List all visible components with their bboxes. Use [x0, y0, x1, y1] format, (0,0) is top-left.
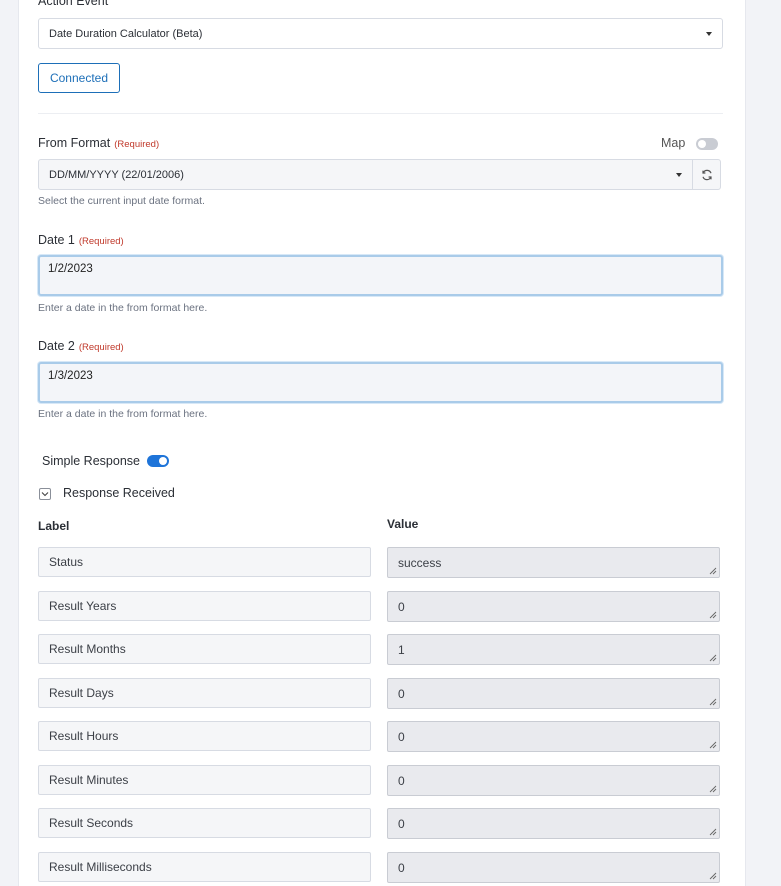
required-marker: (Required)	[78, 236, 124, 247]
row-value-text: 0	[398, 686, 405, 701]
row-value-field[interactable]: 0	[387, 591, 720, 622]
row-value-text: success	[398, 555, 442, 570]
resize-handle-icon	[709, 828, 717, 836]
resize-handle-icon	[709, 654, 717, 662]
required-marker: (Required)	[114, 139, 160, 150]
simple-response-toggle[interactable]	[147, 455, 169, 467]
row-label-field[interactable]: Result Years	[38, 591, 371, 621]
from-format-value: DD/MM/YYYY (22/01/2006)	[49, 168, 184, 181]
chevron-down-icon	[676, 172, 682, 177]
section-divider	[38, 113, 723, 114]
date1-label: Date 1 (Required)	[38, 233, 124, 247]
row-value-field[interactable]: 0	[387, 721, 720, 752]
form-card	[18, 0, 746, 886]
connected-button[interactable]: Connected	[38, 63, 120, 93]
row-label-field[interactable]: Result Seconds	[38, 808, 371, 838]
label-column-header: Label	[38, 519, 70, 533]
row-label-field[interactable]: Result Milliseconds	[38, 852, 371, 882]
row-label-field[interactable]: Status	[38, 547, 371, 577]
row-value-text: 0	[398, 816, 405, 831]
row-value-text: 0	[398, 773, 405, 788]
row-label-field[interactable]: Result Minutes	[38, 765, 371, 795]
row-value-text: 0	[398, 599, 405, 614]
toggle-knob	[698, 140, 706, 148]
value-column-header: Value	[387, 517, 419, 531]
row-value-field[interactable]: success	[387, 547, 720, 578]
row-label-field[interactable]: Result Hours	[38, 721, 371, 751]
date2-input[interactable]: 1/3/2023	[38, 362, 723, 403]
action-event-select[interactable]: Date Duration Calculator (Beta)	[38, 18, 723, 49]
resize-handle-icon	[709, 611, 717, 619]
chevron-down-icon	[41, 492, 49, 497]
refresh-icon	[701, 169, 712, 180]
action-event-value: Date Duration Calculator (Beta)	[49, 27, 203, 40]
chevron-down-icon	[706, 31, 712, 36]
date2-help: Enter a date in the from format here.	[38, 408, 208, 420]
from-format-label-text: From Format	[38, 136, 111, 150]
row-label-field[interactable]: Result Days	[38, 678, 371, 708]
response-received-label: Response Received	[63, 486, 175, 500]
row-value-text: 0	[398, 729, 405, 744]
row-value-text: 1	[398, 642, 405, 657]
map-toggle[interactable]	[696, 138, 718, 150]
from-format-label: From Format (Required)	[38, 136, 159, 150]
row-value-text: 0	[398, 860, 405, 875]
row-value-field[interactable]: 0	[387, 852, 720, 883]
date1-label-text: Date 1	[38, 233, 75, 247]
action-event-label: Action Event	[38, 0, 109, 8]
row-value-field[interactable]: 0	[387, 678, 720, 709]
row-value-field[interactable]: 0	[387, 765, 720, 796]
resize-handle-icon	[709, 741, 717, 749]
resize-handle-icon	[709, 698, 717, 706]
date1-input[interactable]: 1/2/2023	[38, 255, 723, 296]
date2-label: Date 2 (Required)	[38, 339, 124, 353]
resize-handle-icon	[709, 785, 717, 793]
map-label: Map	[661, 136, 686, 150]
refresh-button[interactable]	[692, 159, 721, 190]
date1-help: Enter a date in the from format here.	[38, 302, 208, 314]
resize-handle-icon	[709, 872, 717, 880]
from-format-help: Select the current input date format.	[38, 195, 205, 207]
resize-handle-icon	[709, 567, 717, 575]
response-received-collapse[interactable]	[39, 488, 51, 500]
row-value-field[interactable]: 1	[387, 634, 720, 665]
row-label-field[interactable]: Result Months	[38, 634, 371, 664]
date2-label-text: Date 2	[38, 339, 75, 353]
from-format-select[interactable]: DD/MM/YYYY (22/01/2006)	[38, 159, 693, 190]
toggle-knob	[159, 457, 167, 465]
row-value-field[interactable]: 0	[387, 808, 720, 839]
simple-response-label: Simple Response	[42, 454, 140, 468]
required-marker: (Required)	[78, 342, 124, 353]
